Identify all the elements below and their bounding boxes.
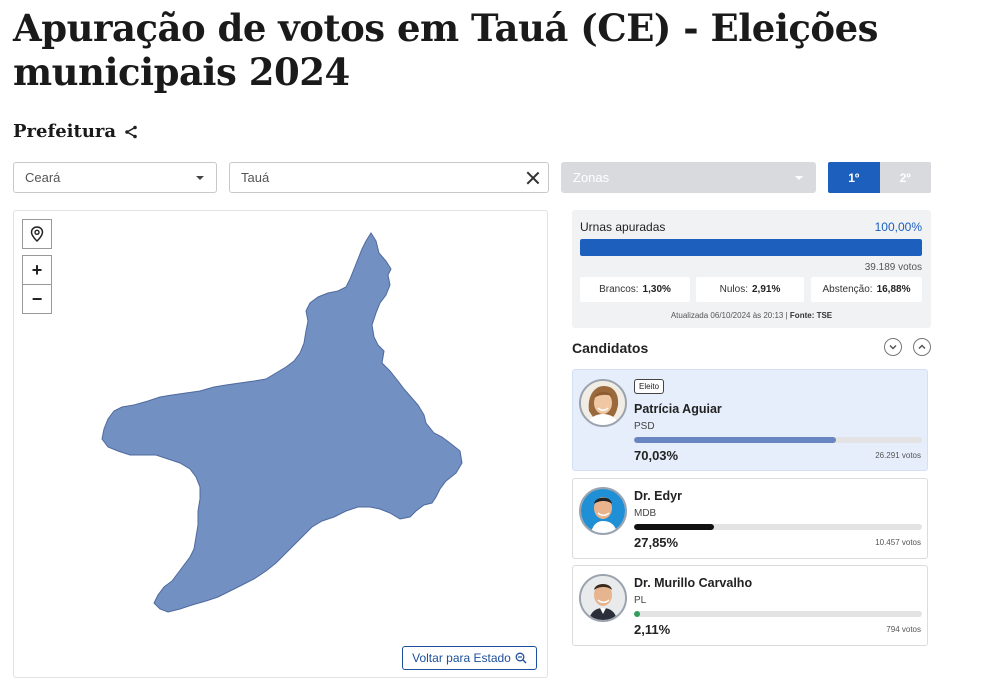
municipality-shape[interactable] (101, 232, 463, 613)
zones-select-placeholder: Zonas (573, 170, 610, 185)
source-text: Fonte: TSE (789, 311, 833, 320)
elected-badge: Eleito (634, 379, 665, 394)
total-votes: 39.189 votos (864, 262, 922, 273)
candidate-photo (581, 381, 625, 425)
collapse-button[interactable] (913, 338, 931, 356)
abstencao-label: Abstenção: (822, 284, 873, 295)
zoom-out-icon (515, 652, 527, 664)
abstencao-stat: Abstenção: 16,88% (811, 277, 922, 302)
candidate-name: Dr. Murillo Carvalho (634, 576, 753, 590)
abstencao-value: 16,88% (876, 284, 911, 295)
candidate-vote-fill (634, 611, 641, 617)
candidate-party: PL (634, 595, 647, 606)
candidate-percentage: 70,03% (634, 448, 679, 463)
expand-button[interactable] (884, 338, 902, 356)
zones-select[interactable]: Zonas (561, 162, 816, 193)
nulos-value: 2,91% (752, 284, 781, 295)
candidate-votes: 26.291 votos (875, 451, 921, 460)
candidate-name: Dr. Edyr (634, 489, 682, 503)
chevron-down-icon (196, 175, 204, 180)
map-panel: + − Voltar para Estado (13, 210, 548, 678)
urnas-label: Urnas apuradas (580, 220, 666, 234)
city-select-value: Tauá (241, 170, 270, 185)
brancos-stat: Brancos: 1,30% (580, 277, 690, 302)
nulos-label: Nulos: (719, 284, 748, 295)
candidates-header: Candidatos (572, 338, 931, 358)
chevron-down-icon (889, 344, 897, 350)
chevron-down-icon (795, 175, 803, 180)
state-select-value: Ceará (25, 170, 61, 185)
candidate-avatar (579, 574, 627, 622)
candidate-name: Patrícia Aguiar (634, 402, 722, 416)
candidate-photo (581, 489, 625, 533)
back-to-state-label: Voltar para Estado (412, 651, 511, 665)
brancos-value: 1,30% (642, 284, 671, 295)
urnas-progress-bar (580, 239, 922, 256)
chevron-up-icon (918, 344, 926, 350)
candidate-votes: 10.457 votos (875, 538, 921, 547)
candidate-photo (581, 576, 625, 620)
back-to-state-button[interactable]: Voltar para Estado (402, 646, 537, 670)
candidate-avatar (579, 487, 627, 535)
candidate-card[interactable]: Eleito Patrícia Aguiar PSD 70,03% 26.291… (572, 369, 928, 471)
state-select[interactable]: Ceará (13, 162, 217, 193)
municipality-map (101, 232, 463, 613)
nulos-stat: Nulos: 2,91% (696, 277, 804, 302)
zoom-in-button[interactable]: + (22, 255, 52, 285)
candidate-card[interactable]: Dr. Murillo Carvalho PL 2,11% 794 votos (572, 565, 928, 646)
updated-timestamp: Atualizada 06/10/2024 às 20:13 | Fonte: … (572, 311, 931, 320)
candidate-vote-bar (634, 611, 922, 617)
candidate-vote-bar (634, 437, 922, 443)
locate-button[interactable] (22, 219, 52, 249)
candidate-avatar (579, 379, 627, 427)
candidate-card[interactable]: Dr. Edyr MDB 27,85% 10.457 votos (572, 478, 928, 559)
zoom-out-button[interactable]: − (22, 284, 52, 314)
results-summary: Urnas apuradas 100,00% 39.189 votos Bran… (572, 210, 931, 328)
candidate-party: MDB (634, 508, 657, 519)
urnas-value: 100,00% (874, 220, 922, 234)
brancos-label: Brancos: (599, 284, 639, 295)
page-title: Apuração de votos em Tauá (CE) - Eleiçõe… (13, 6, 878, 94)
section-title: Prefeitura (13, 121, 138, 142)
candidate-vote-bar (634, 524, 922, 530)
round-toggle: 1º 2º (828, 162, 931, 193)
candidate-votes: 794 votos (886, 625, 921, 634)
close-icon[interactable] (526, 171, 540, 185)
section-title-label: Prefeitura (13, 121, 117, 142)
urnas-progress-fill (580, 239, 922, 256)
candidate-party: PSD (634, 421, 655, 432)
candidate-vote-fill (634, 437, 836, 443)
candidate-vote-fill (634, 524, 715, 530)
location-pin-icon (30, 226, 44, 242)
updated-text: Atualizada 06/10/2024 às 20:13 | (670, 311, 788, 320)
candidates-title: Candidatos (572, 340, 649, 356)
candidate-percentage: 2,11% (634, 622, 671, 637)
round-first-button[interactable]: 1º (828, 162, 880, 193)
candidate-percentage: 27,85% (634, 535, 679, 550)
share-icon[interactable] (124, 125, 138, 139)
round-second-button[interactable]: 2º (879, 162, 931, 193)
city-select[interactable]: Tauá (229, 162, 549, 193)
